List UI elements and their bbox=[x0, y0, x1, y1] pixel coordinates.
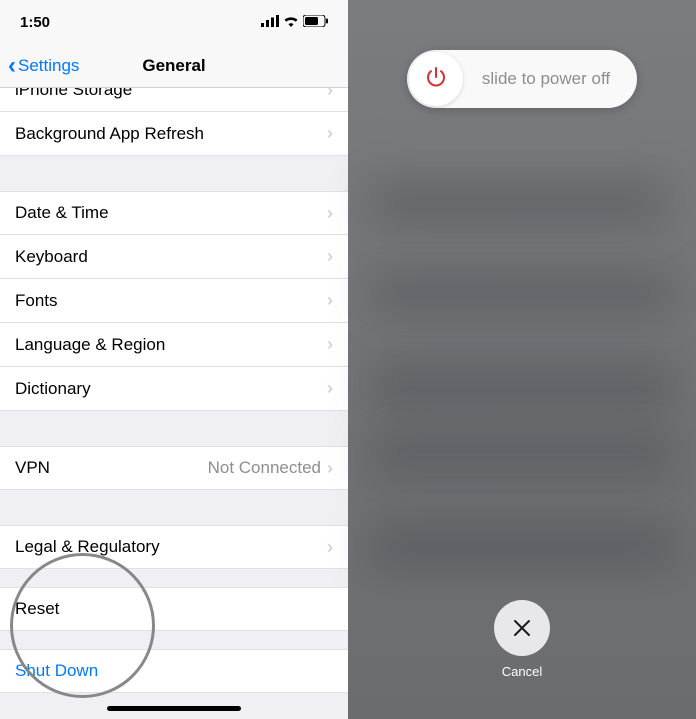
row-label: Fonts bbox=[15, 291, 327, 311]
status-bar: 1:50 bbox=[0, 0, 348, 44]
blurred-background bbox=[368, 520, 678, 570]
row-fonts[interactable]: Fonts › bbox=[0, 279, 348, 323]
wifi-icon bbox=[283, 14, 299, 31]
blurred-background bbox=[368, 360, 678, 410]
row-label: Reset bbox=[15, 599, 333, 619]
back-label: Settings bbox=[18, 56, 79, 76]
cancel-button[interactable]: Cancel bbox=[494, 600, 550, 679]
power-off-knob[interactable] bbox=[409, 52, 463, 106]
chevron-right-icon: › bbox=[327, 246, 333, 267]
row-vpn[interactable]: VPN Not Connected › bbox=[0, 446, 348, 490]
row-label: Legal & Regulatory bbox=[15, 537, 327, 557]
status-time: 1:50 bbox=[20, 14, 50, 31]
row-reset[interactable]: Reset bbox=[0, 587, 348, 631]
blurred-background bbox=[368, 180, 668, 225]
home-indicator[interactable] bbox=[107, 706, 241, 711]
row-dictionary[interactable]: Dictionary › bbox=[0, 367, 348, 411]
chevron-right-icon: › bbox=[327, 537, 333, 558]
chevron-right-icon: › bbox=[327, 290, 333, 311]
shut-down-label: Shut Down bbox=[15, 661, 333, 681]
row-date-time[interactable]: Date & Time › bbox=[0, 191, 348, 235]
close-icon bbox=[494, 600, 550, 656]
blurred-background bbox=[368, 270, 678, 315]
blurred-background bbox=[368, 430, 678, 480]
chevron-right-icon: › bbox=[327, 458, 333, 479]
row-label: Background App Refresh bbox=[15, 124, 327, 144]
row-label: Date & Time bbox=[15, 203, 327, 223]
chevron-right-icon: › bbox=[327, 123, 333, 144]
power-off-slider[interactable]: slide to power off bbox=[407, 50, 637, 108]
row-label: Keyboard bbox=[15, 247, 327, 267]
power-icon bbox=[424, 65, 448, 94]
cellular-icon bbox=[261, 14, 279, 31]
battery-icon bbox=[303, 14, 328, 31]
back-button[interactable]: ‹ Settings bbox=[8, 54, 79, 78]
chevron-right-icon: › bbox=[327, 378, 333, 399]
row-keyboard[interactable]: Keyboard › bbox=[0, 235, 348, 279]
cancel-label: Cancel bbox=[502, 664, 542, 679]
page-title: General bbox=[142, 56, 205, 76]
nav-bar: ‹ Settings General bbox=[0, 44, 348, 88]
row-label: VPN bbox=[15, 458, 208, 478]
row-value: Not Connected bbox=[208, 458, 321, 478]
power-off-text: slide to power off bbox=[463, 69, 637, 89]
row-legal-regulatory[interactable]: Legal & Regulatory › bbox=[0, 525, 348, 569]
chevron-right-icon: › bbox=[327, 334, 333, 355]
row-background-app-refresh[interactable]: Background App Refresh › bbox=[0, 112, 348, 156]
settings-general-screen: 1:50 ‹ Settings General iPhone Storage ›… bbox=[0, 0, 348, 719]
status-icons bbox=[261, 14, 328, 31]
row-label: Language & Region bbox=[15, 335, 327, 355]
row-label: Dictionary bbox=[15, 379, 327, 399]
chevron-left-icon: ‹ bbox=[8, 54, 16, 78]
power-off-screen: slide to power off Cancel bbox=[348, 0, 696, 719]
row-shut-down[interactable]: Shut Down bbox=[0, 649, 348, 693]
chevron-right-icon: › bbox=[327, 203, 333, 224]
row-language-region[interactable]: Language & Region › bbox=[0, 323, 348, 367]
